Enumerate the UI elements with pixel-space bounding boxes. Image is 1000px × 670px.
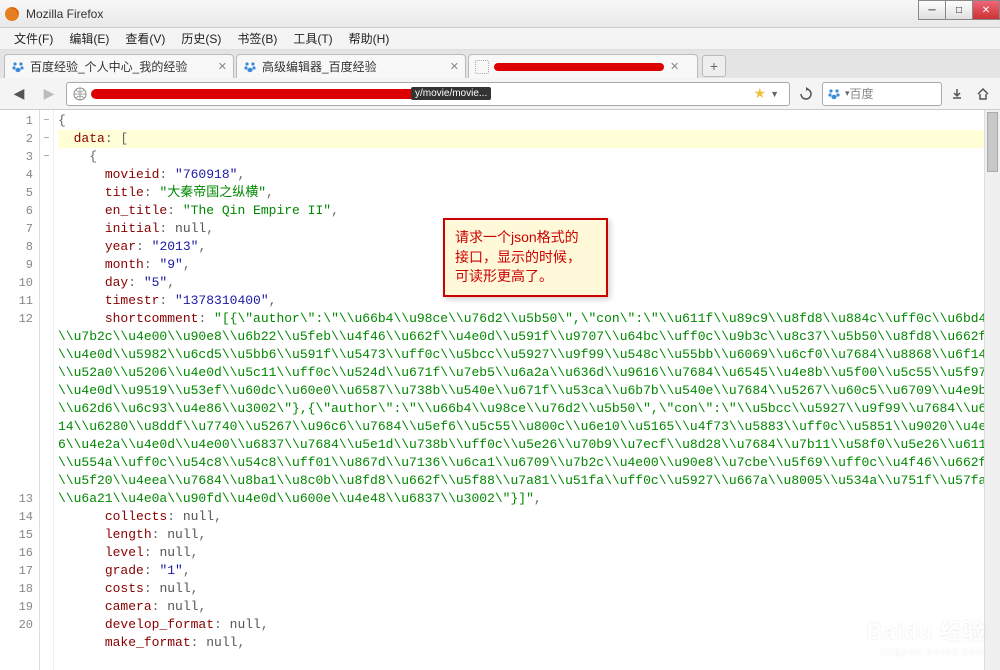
- window-titlebar: Mozilla Firefox ─ □ ✕: [0, 0, 1000, 28]
- line-number: 18: [0, 580, 39, 598]
- menu-edit[interactable]: 编辑(E): [61, 28, 117, 49]
- url-text: y/movie/movie...: [411, 87, 491, 100]
- bookmark-star-icon[interactable]: ★: [754, 85, 767, 102]
- code-line: costs: null,: [58, 580, 1000, 598]
- code-line: develop_format: null,: [58, 616, 1000, 634]
- menu-bookmarks[interactable]: 书签(B): [229, 28, 285, 49]
- menu-history[interactable]: 历史(S): [173, 28, 229, 49]
- redacted-url: [91, 89, 431, 99]
- line-number: 2: [0, 130, 39, 148]
- watermark: Baidu 经验 jingyan.baidu.com: [867, 614, 986, 658]
- line-number: 14: [0, 508, 39, 526]
- callout-line: 可读形更高了。: [455, 267, 596, 287]
- firefox-icon: [4, 6, 20, 22]
- line-number: 4: [0, 166, 39, 184]
- maximize-button[interactable]: □: [945, 0, 973, 20]
- menu-tools[interactable]: 工具(T): [285, 28, 340, 49]
- paw-icon: [11, 60, 25, 74]
- tab-strip: 百度经验_个人中心_我的经验 ✕ 高级编辑器_百度经验 ✕ ✕ +: [0, 50, 1000, 78]
- generic-page-icon: [475, 60, 489, 74]
- json-viewer: 1 2 3 4 5 6 7 8 9 10 11 12 13 14 15 16 1…: [0, 110, 1000, 670]
- search-placeholder: 百度: [850, 85, 937, 102]
- menu-help[interactable]: 帮助(H): [341, 28, 398, 49]
- code-line: title: "大秦帝国之纵横",: [58, 184, 1000, 202]
- annotation-callout: 请求一个json格式的 接口，显示的时候， 可读形更高了。: [443, 218, 608, 297]
- scrollbar-thumb[interactable]: [987, 112, 998, 172]
- code-line: movieid: "760918",: [58, 166, 1000, 184]
- close-button[interactable]: ✕: [972, 0, 1000, 20]
- code-line: camera: null,: [58, 598, 1000, 616]
- line-number: 15: [0, 526, 39, 544]
- code-line: length: null,: [58, 526, 1000, 544]
- fold-gutter: − − −: [40, 110, 54, 670]
- line-number: 6: [0, 202, 39, 220]
- tab-0[interactable]: 百度经验_个人中心_我的经验 ✕: [4, 54, 234, 78]
- line-number-gutter: 1 2 3 4 5 6 7 8 9 10 11 12 13 14 15 16 1…: [0, 110, 40, 670]
- line-number: 11: [0, 292, 39, 310]
- reload-button[interactable]: [794, 82, 818, 106]
- baidu-paw-icon: [827, 87, 841, 101]
- menu-file[interactable]: 文件(F): [6, 28, 61, 49]
- tab-close-icon[interactable]: ✕: [218, 60, 227, 73]
- globe-icon: [73, 87, 87, 101]
- fold-toggle[interactable]: −: [40, 130, 53, 148]
- line-number: 7: [0, 220, 39, 238]
- vertical-scrollbar[interactable]: [984, 110, 1000, 670]
- redacted-bar: [494, 63, 664, 71]
- minimize-button[interactable]: ─: [918, 0, 946, 20]
- new-tab-button[interactable]: +: [702, 55, 726, 77]
- code-line: {: [58, 148, 1000, 166]
- forward-button[interactable]: ▶: [36, 82, 62, 106]
- window-title: Mozilla Firefox: [26, 7, 103, 21]
- code-line: {: [58, 112, 1000, 130]
- watermark-sub: jingyan.baidu.com: [867, 646, 986, 658]
- code-line: make_format: null,: [58, 634, 1000, 652]
- tab-close-icon[interactable]: ✕: [670, 60, 679, 73]
- back-button[interactable]: ◀: [6, 82, 32, 106]
- home-button[interactable]: [972, 82, 994, 106]
- fold-toggle[interactable]: −: [40, 148, 53, 166]
- line-number: 10: [0, 274, 39, 292]
- line-number: 9: [0, 256, 39, 274]
- line-number: 13: [0, 490, 39, 508]
- url-bar[interactable]: y/movie/movie... ★ ▼: [66, 82, 790, 106]
- line-number: 1: [0, 112, 39, 130]
- code-line: data: [: [58, 130, 1000, 148]
- code-line: collects: null,: [58, 508, 1000, 526]
- search-bar[interactable]: ▾ 百度: [822, 82, 942, 106]
- tab-close-icon[interactable]: ✕: [450, 60, 459, 73]
- tab-2[interactable]: ✕: [468, 54, 698, 78]
- url-dropdown-icon[interactable]: ▼: [770, 89, 779, 99]
- watermark-main: Baidu 经验: [867, 619, 986, 644]
- fold-toggle[interactable]: −: [40, 112, 53, 130]
- tab-title: 高级编辑器_百度经验: [262, 58, 444, 75]
- line-number: 12: [0, 310, 39, 490]
- tab-1[interactable]: 高级编辑器_百度经验 ✕: [236, 54, 466, 78]
- code-lines[interactable]: { data: [ { movieid: "760918", title: "大…: [54, 110, 1000, 670]
- line-number: 3: [0, 148, 39, 166]
- line-number: 5: [0, 184, 39, 202]
- callout-line: 接口，显示的时候，: [455, 248, 596, 268]
- paw-icon: [243, 60, 257, 74]
- line-number: 16: [0, 544, 39, 562]
- code-line: level: null,: [58, 544, 1000, 562]
- menu-view[interactable]: 查看(V): [117, 28, 173, 49]
- code-line: grade: "1",: [58, 562, 1000, 580]
- line-number: 8: [0, 238, 39, 256]
- code-line: shortcomment: "[{\"author\":\"\\u66b4\\u…: [58, 310, 1000, 508]
- menu-bar: 文件(F) 编辑(E) 查看(V) 历史(S) 书签(B) 工具(T) 帮助(H…: [0, 28, 1000, 50]
- downloads-button[interactable]: [946, 82, 968, 106]
- line-number: 19: [0, 598, 39, 616]
- tab-title: 百度经验_个人中心_我的经验: [30, 58, 212, 75]
- nav-bar: ◀ ▶ y/movie/movie... ★ ▼ ▾ 百度: [0, 78, 1000, 110]
- callout-line: 请求一个json格式的: [455, 228, 596, 248]
- line-number: 20: [0, 616, 39, 634]
- line-number: 17: [0, 562, 39, 580]
